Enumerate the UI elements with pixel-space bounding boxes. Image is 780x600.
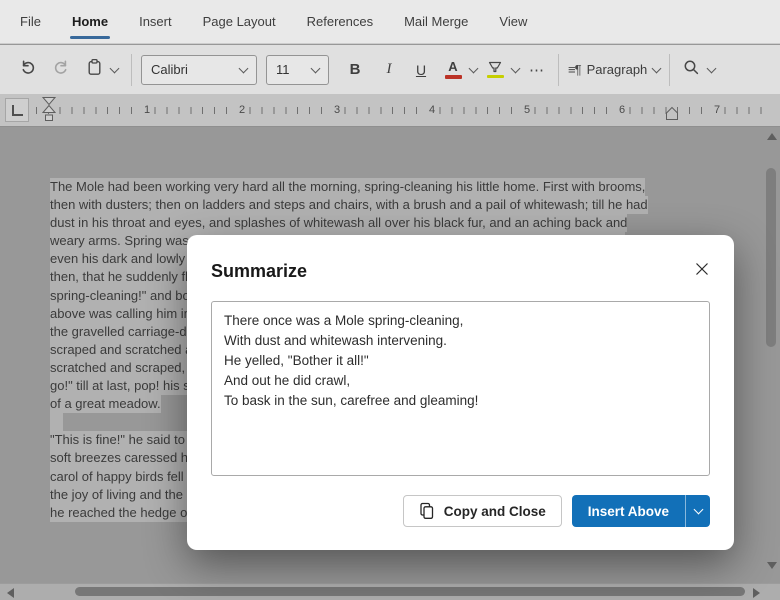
tab-stop-selector[interactable] [5,98,29,122]
font-name-combo[interactable]: Calibri [141,54,257,85]
more-options-button[interactable]: ⋯ [525,54,549,86]
paste-button[interactable] [82,54,106,86]
undo-icon [20,59,37,81]
menu-page-layout[interactable]: Page Layout [201,1,278,42]
ruler-number: 3 [329,104,345,117]
close-icon [696,263,708,275]
ruler-number: 4 [424,104,440,117]
chevron-down-icon [706,63,717,73]
undo-button[interactable] [16,54,40,86]
chevron-down-icon [109,63,119,73]
chevron-down-icon [651,63,662,73]
ruler-number: 1 [139,104,155,117]
search-button[interactable] [679,54,703,86]
insert-above-dropdown[interactable] [686,495,710,527]
chevron-down-icon [238,63,249,73]
ruler: 1 2 3 4 5 6 7 [0,94,780,127]
paragraph-label: Paragraph [586,62,648,77]
indent-marker-right[interactable] [664,106,680,122]
search-icon [683,59,700,81]
document-line[interactable]: dust in his throat and eyes, and splashe… [50,214,628,233]
copy-and-close-label: Copy and Close [443,503,546,519]
summarize-dialog: Summarize There once was a Mole spring-c… [187,235,734,550]
highlight-button[interactable] [483,54,507,86]
document-line[interactable]: then with dusters; then on ladders and s… [50,196,648,215]
toolbar-separator [558,53,559,86]
dialog-footer: Copy and Close Insert Above [211,495,710,527]
dialog-title: Summarize [211,261,308,281]
font-color-icon: A [444,60,462,79]
bold-label: B [349,61,361,78]
toolbar-separator [669,53,671,86]
indent-marker-left[interactable] [42,96,56,126]
underline-button[interactable]: U [409,54,433,86]
highlighter-icon [486,61,504,79]
chevron-down-icon [693,504,703,515]
document-line[interactable] [50,413,63,432]
insert-above-split-button: Insert Above [571,495,710,527]
scroll-right-icon[interactable] [753,588,760,598]
menu-home[interactable]: Home [69,1,111,42]
chevron-down-icon [510,63,520,73]
insert-above-button[interactable]: Insert Above [572,495,685,527]
font-color-dropdown-chevron[interactable] [465,55,481,85]
ruler-number: 2 [234,104,250,117]
menu-mail-merge[interactable]: Mail Merge [402,1,470,42]
scroll-left-icon[interactable] [7,588,14,598]
copy-and-close-button[interactable]: Copy and Close [402,495,562,527]
menu-file[interactable]: File [18,1,43,42]
paragraph-menu-button[interactable]: ≡¶ Paragraph [568,54,662,86]
scroll-down-icon[interactable] [767,562,777,569]
ruler-number: 6 [614,104,630,117]
paste-dropdown-chevron[interactable] [106,55,122,85]
font-name-value: Calibri [151,62,188,77]
document-line[interactable]: of a great meadow. [50,395,161,414]
menu-insert[interactable]: Insert [137,1,174,42]
toolbar: Calibri 11 B I U A ⋯ ≡¶ Paragraph [0,45,780,94]
close-button[interactable] [690,257,714,281]
menu-bar: File Home Insert Page Layout References … [0,0,780,44]
bold-button[interactable]: B [343,54,367,86]
ruler-number: 5 [519,104,535,117]
search-dropdown-chevron[interactable] [703,55,719,85]
tab-stop-icon [11,104,23,116]
chevron-down-icon [468,63,478,73]
font-size-combo[interactable]: 11 [266,54,329,85]
dialog-header: Summarize [211,259,710,283]
document-line[interactable]: The Mole had been working very hard all … [50,178,646,197]
redo-icon [52,59,69,81]
ruler-numbers: 1 2 3 4 5 6 7 [36,94,762,126]
horizontal-scrollbar-thumb[interactable] [75,587,745,596]
scroll-up-icon[interactable] [767,133,777,140]
font-color-button[interactable]: A [441,54,465,86]
copy-icon [420,502,433,519]
insert-above-label: Insert Above [587,503,669,519]
font-size-value: 11 [276,62,290,77]
menu-references[interactable]: References [305,1,375,42]
redo-button[interactable] [48,54,72,86]
more-icon: ⋯ [529,61,545,79]
ruler-number: 7 [709,104,725,117]
menu-view[interactable]: View [497,1,529,42]
vertical-scrollbar[interactable] [763,127,780,583]
summary-textbox[interactable]: There once was a Mole spring-cleaning, W… [211,301,710,476]
italic-button[interactable]: I [377,54,401,86]
ruler-ticks: 1 2 3 4 5 6 7 [36,94,762,126]
italic-label: I [386,61,392,77]
vertical-scrollbar-thumb[interactable] [766,168,776,347]
toolbar-separator [131,53,132,86]
underline-label: U [415,61,427,78]
paragraph-icon: ≡¶ [568,62,582,77]
chevron-down-icon [310,63,321,73]
clipboard-icon [86,58,103,81]
highlight-dropdown-chevron[interactable] [507,55,523,85]
horizontal-scrollbar[interactable] [0,583,780,600]
